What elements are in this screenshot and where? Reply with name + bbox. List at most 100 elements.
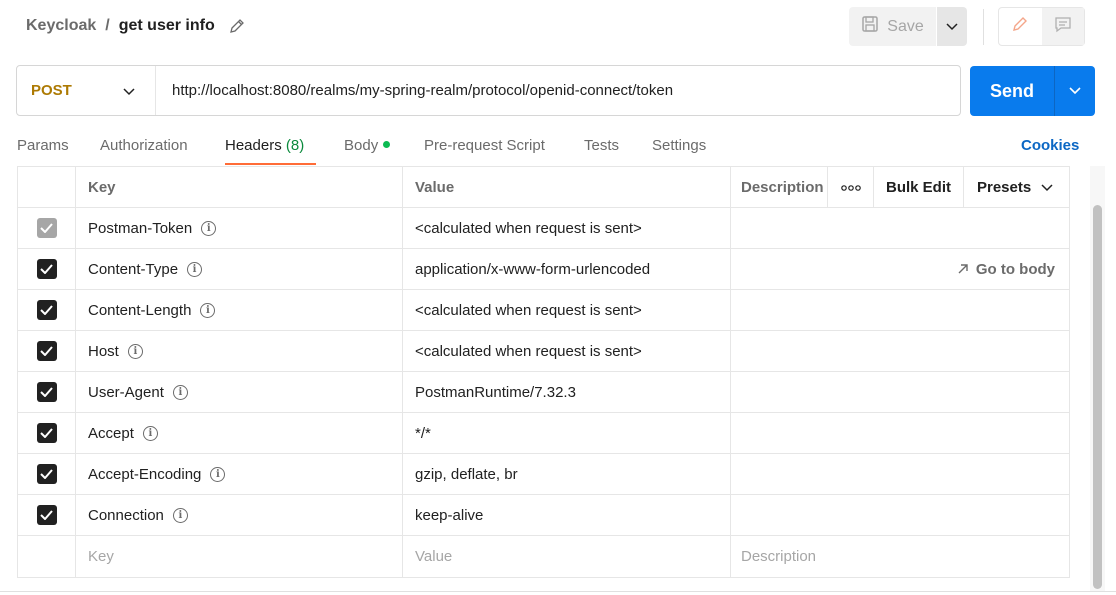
more-options-button[interactable] — [827, 167, 873, 207]
header-value[interactable]: <calculated when request is sent> — [402, 290, 730, 330]
table-row: Accept i */* — [18, 412, 1069, 453]
row-check-cell — [18, 372, 75, 412]
header-key-text: Postman-Token — [88, 219, 193, 237]
method-label: POST — [31, 82, 72, 99]
row-check-cell — [18, 454, 75, 494]
row-checkbox[interactable] — [36, 341, 57, 361]
row-check-cell — [18, 249, 75, 289]
header-description[interactable] — [730, 208, 1069, 248]
row-checkbox[interactable] — [36, 382, 57, 402]
header-description[interactable] — [730, 413, 1069, 453]
method-select[interactable]: POST — [17, 66, 156, 115]
info-icon[interactable]: i — [142, 425, 158, 441]
row-checkbox[interactable] — [36, 218, 57, 238]
row-checkbox[interactable] — [36, 259, 57, 279]
header-description[interactable] — [730, 290, 1069, 330]
presets-dropdown[interactable]: Presets — [963, 167, 1069, 207]
more-horizontal-icon — [840, 178, 861, 196]
header-key[interactable]: Connection i — [75, 495, 402, 535]
table-row: Content-Type i application/x-www-form-url… — [18, 248, 1069, 289]
pencil-icon[interactable] — [229, 18, 245, 34]
table-row: User-Agent i PostmanRuntime/7.32.3 — [18, 371, 1069, 412]
header-key[interactable]: Accept i — [75, 413, 402, 453]
tab-headers[interactable]: Headers (8) — [225, 137, 304, 154]
active-tab-indicator — [225, 163, 316, 165]
header-description[interactable] — [730, 331, 1069, 371]
header-description[interactable] — [730, 495, 1069, 535]
save-icon — [861, 15, 879, 38]
info-icon[interactable]: i — [200, 302, 216, 318]
chevron-down-icon — [946, 18, 958, 36]
row-checkbox[interactable] — [36, 300, 57, 320]
table-row: Host i <calculated when request is sent> — [18, 330, 1069, 371]
table-header-row: Key Value Description Bulk Edit Presets — [18, 166, 1069, 207]
header-description[interactable] — [730, 372, 1069, 412]
header-value[interactable]: application/x-www-form-urlencoded — [402, 249, 730, 289]
side-panel-toggles — [998, 7, 1085, 46]
new-description-input[interactable]: Description — [730, 536, 1069, 577]
headers-table: Key Value Description Bulk Edit Presets … — [17, 166, 1070, 578]
chevron-down-icon — [123, 83, 135, 101]
header-description[interactable] — [730, 454, 1069, 494]
bulk-edit-button[interactable]: Bulk Edit — [873, 167, 963, 207]
chevron-down-icon — [1041, 179, 1053, 196]
info-icon[interactable]: i — [172, 507, 188, 523]
breadcrumb-separator: / — [105, 17, 110, 34]
header-value[interactable]: */* — [402, 413, 730, 453]
send-dropdown-button[interactable] — [1054, 66, 1095, 116]
send-button[interactable]: Send — [970, 66, 1054, 116]
tab-params[interactable]: Params — [17, 137, 69, 154]
info-icon[interactable]: i — [210, 466, 226, 482]
row-checkbox[interactable] — [36, 464, 57, 484]
row-checkbox[interactable] — [36, 505, 57, 525]
header-key[interactable]: Content-Type i — [75, 249, 402, 289]
breadcrumb-collection[interactable]: Keycloak — [26, 17, 96, 35]
tab-authorization[interactable]: Authorization — [100, 137, 188, 154]
url-input[interactable]: http://localhost:8080/realms/my-spring-r… — [156, 82, 673, 99]
header-key-text: Host — [88, 342, 119, 360]
table-row: Content-Length i <calculated when request… — [18, 289, 1069, 330]
table-row: Postman-Token i <calculated when request … — [18, 207, 1069, 248]
chevron-down-icon — [1069, 82, 1081, 100]
tab-pre-request-script[interactable]: Pre-request Script — [424, 137, 545, 154]
header-key-text: Content-Type — [88, 260, 179, 278]
new-header-row: Key Value Description — [18, 535, 1069, 577]
header-key[interactable]: Postman-Token i — [75, 208, 402, 248]
go-to-body-link[interactable]: Go to body — [958, 249, 1055, 289]
presets-label: Presets — [977, 178, 1032, 196]
request-name[interactable]: get user info — [119, 17, 215, 35]
header-value[interactable]: keep-alive — [402, 495, 730, 535]
info-icon[interactable]: i — [172, 384, 188, 400]
row-check-cell — [18, 208, 75, 248]
info-icon[interactable]: i — [187, 261, 203, 277]
save-dropdown-button[interactable] — [937, 7, 967, 46]
save-button[interactable]: Save — [849, 7, 936, 46]
save-group: Save — [849, 7, 967, 46]
new-value-input[interactable]: Value — [402, 536, 730, 577]
info-icon[interactable]: i — [127, 343, 143, 359]
header-description[interactable]: Go to body — [730, 249, 1069, 289]
header-key[interactable]: Host i — [75, 331, 402, 371]
edit-docs-button[interactable] — [999, 8, 1042, 45]
header-value[interactable]: PostmanRuntime/7.32.3 — [402, 372, 730, 412]
header-value[interactable]: gzip, deflate, br — [402, 454, 730, 494]
tab-body[interactable]: Body — [344, 137, 391, 154]
comments-button[interactable] — [1041, 8, 1084, 45]
row-checkbox[interactable] — [36, 423, 57, 443]
info-icon[interactable]: i — [201, 220, 217, 236]
scrollbar-thumb[interactable] — [1093, 205, 1102, 589]
header-key[interactable]: Accept-Encoding i — [75, 454, 402, 494]
header-value[interactable]: <calculated when request is sent> — [402, 208, 730, 248]
row-check-cell — [18, 495, 75, 535]
header-value[interactable]: <calculated when request is sent> — [402, 331, 730, 371]
tab-settings[interactable]: Settings — [652, 137, 706, 154]
header-key[interactable]: User-Agent i — [75, 372, 402, 412]
body-indicator-dot — [383, 140, 391, 148]
comment-icon — [1054, 15, 1072, 38]
header-key[interactable]: Content-Length i — [75, 290, 402, 330]
pencil-icon — [1011, 15, 1029, 38]
cookies-link[interactable]: Cookies — [1021, 137, 1079, 154]
column-header-value: Value — [402, 167, 730, 207]
tab-tests[interactable]: Tests — [584, 137, 619, 154]
new-key-input[interactable]: Key — [75, 536, 402, 577]
